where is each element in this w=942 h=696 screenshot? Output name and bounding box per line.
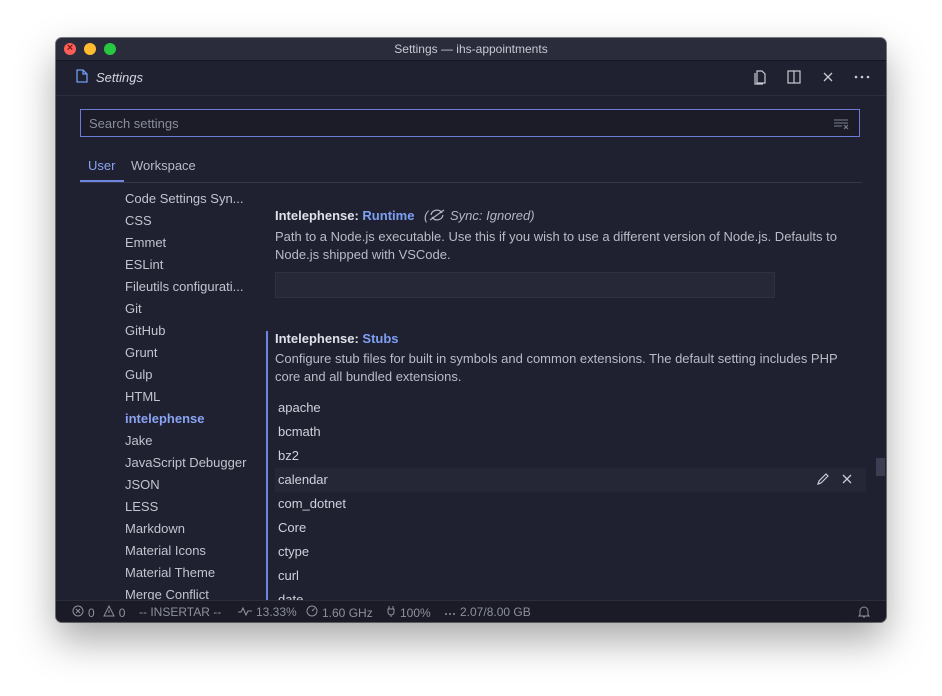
runtime-description: Path to a Node.js executable. Use this i…	[275, 229, 837, 262]
stubs-description: Configure stub files for built in symbol…	[275, 351, 838, 384]
notifications-bell[interactable]	[857, 605, 871, 621]
editor-actions	[752, 69, 870, 85]
open-settings-json-icon[interactable]	[752, 69, 768, 85]
search-input[interactable]	[87, 115, 811, 132]
stubs-category: Intelephense:	[275, 331, 363, 346]
hovered-row-highlight	[275, 468, 866, 492]
list-item[interactable]: bz2	[278, 448, 299, 463]
settings-window: Settings — ihs-appointments Settings	[56, 38, 886, 622]
window-title: Settings — ihs-appointments	[394, 42, 548, 56]
tab-workspace[interactable]: Workspace	[131, 158, 196, 173]
memory-usage: 2.07/8.00 GB	[444, 605, 531, 619]
toc-item-emmet[interactable]: Emmet	[125, 235, 166, 250]
toc-item-gulp[interactable]: Gulp	[125, 367, 152, 382]
tab-label: Settings	[96, 70, 143, 85]
search-box	[80, 109, 860, 137]
toc-item-eslint[interactable]: ESLint	[125, 257, 163, 272]
cpu-frequency: 1.60 GHz	[306, 605, 373, 620]
status-bar: 0 0 -- INSERTAR -- 13.33% 1.60 GHz 100% …	[56, 600, 886, 622]
row-actions	[816, 472, 854, 486]
stubs-setting-title: Intelephense: Stubs	[275, 331, 399, 346]
toc-item-git[interactable]: Git	[125, 301, 142, 316]
toc-item-css[interactable]: CSS	[125, 213, 152, 228]
runtime-setting-title: Intelephense: Runtime ( Sync: Ignored)	[275, 208, 535, 223]
toc-item-merge-conflict[interactable]: Merge Conflict	[125, 587, 209, 600]
error-icon	[72, 605, 84, 620]
title-bar: Settings — ihs-appointments	[56, 38, 886, 61]
runtime-key: Runtime	[362, 208, 415, 223]
problems-indicator[interactable]: 0 0	[72, 604, 126, 620]
toc-item-jake[interactable]: Jake	[125, 433, 152, 448]
settings-list: Intelephense: Runtime ( Sync: Ignored) P…	[266, 188, 866, 600]
sync-ignored-icon	[428, 208, 446, 223]
vim-mode: -- INSERTAR --	[139, 605, 221, 619]
toc-item-github[interactable]: GitHub	[125, 323, 165, 338]
list-item[interactable]: com_dotnet	[278, 496, 346, 511]
settings-scope-tabs: User Workspace	[80, 150, 862, 183]
plug-icon	[386, 605, 396, 620]
settings-toc: Code Settings Syn... CSS Emmet ESLint Fi…	[112, 188, 272, 600]
toc-item-grunt[interactable]: Grunt	[125, 345, 158, 360]
toc-item-javascript-debugger[interactable]: JavaScript Debugger	[125, 455, 246, 470]
vim-mode-label: -- INSERTAR --	[139, 605, 222, 619]
warning-count: 0	[118, 605, 126, 620]
toc-item-html[interactable]: HTML	[125, 389, 160, 404]
close-editor-icon[interactable]	[820, 69, 836, 85]
toc-item-material-icons[interactable]: Material Icons	[125, 543, 206, 558]
toc-item-code-settings-sync[interactable]: Code Settings Syn...	[125, 191, 244, 206]
sync-label: Sync: Ignored)	[450, 208, 535, 223]
clear-filter-icon[interactable]	[833, 117, 849, 130]
list-item[interactable]: calendar	[278, 472, 328, 487]
edit-item-icon[interactable]	[816, 472, 830, 486]
toc-item-intelephense[interactable]: intelephense	[125, 411, 204, 426]
toc-item-fileutils[interactable]: Fileutils configurati...	[125, 279, 244, 294]
memory-value: 2.07/8.00 GB	[460, 605, 531, 619]
scrollbar-thumb[interactable]	[876, 458, 885, 476]
list-item[interactable]: date	[278, 592, 303, 600]
bell-icon	[857, 605, 871, 621]
warning-icon	[102, 604, 115, 620]
cpu-usage: 13.33%	[238, 605, 297, 619]
tab-user[interactable]: User	[88, 158, 115, 173]
error-count: 0	[88, 605, 95, 620]
editor-tab-bar: Settings	[56, 61, 886, 96]
active-tab-indicator	[80, 180, 124, 182]
split-editor-icon[interactable]	[786, 69, 802, 85]
pulse-icon	[238, 605, 252, 619]
runtime-category: Intelephense:	[275, 208, 363, 223]
battery-status: 100%	[386, 605, 431, 620]
list-item[interactable]: bcmath	[278, 424, 321, 439]
list-item[interactable]: apache	[278, 400, 321, 415]
toc-item-markdown[interactable]: Markdown	[125, 521, 185, 536]
list-item[interactable]: Core	[278, 520, 306, 535]
toc-item-material-theme[interactable]: Material Theme	[125, 565, 215, 580]
toc-item-json[interactable]: JSON	[125, 477, 160, 492]
more-actions-icon[interactable]	[854, 69, 870, 85]
toc-item-less[interactable]: LESS	[125, 499, 158, 514]
focus-indicator	[266, 331, 268, 600]
battery-value: 100%	[400, 605, 431, 620]
list-item[interactable]: curl	[278, 568, 299, 583]
gauge-icon	[306, 605, 318, 620]
file-icon	[76, 69, 88, 86]
freq-value: 1.60 GHz	[322, 605, 373, 620]
stubs-key: Stubs	[362, 331, 399, 346]
memory-icon	[444, 605, 456, 619]
tab-settings[interactable]: Settings	[76, 69, 143, 86]
remove-item-icon[interactable]	[840, 472, 854, 486]
cpu-value: 13.33%	[256, 605, 297, 619]
runtime-input[interactable]	[275, 272, 775, 298]
sync-status: ( Sync: Ignored)	[424, 208, 535, 223]
list-item[interactable]: ctype	[278, 544, 309, 559]
